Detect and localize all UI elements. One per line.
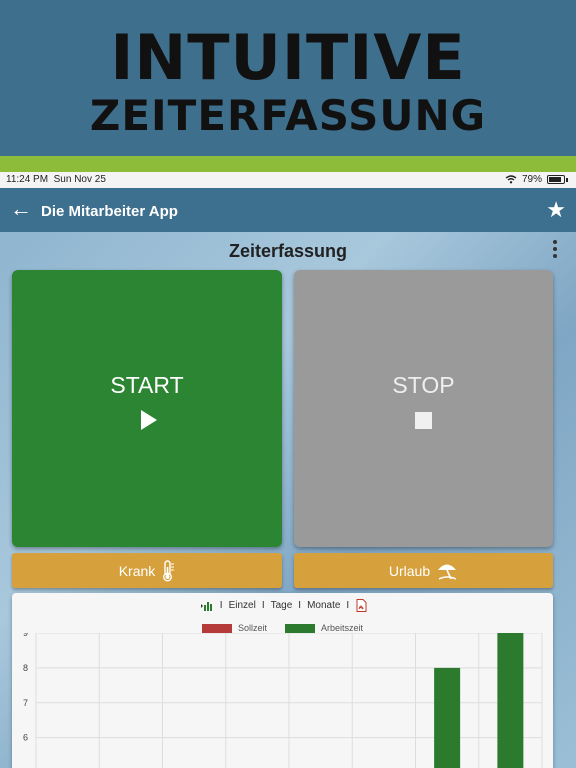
stop-button[interactable]: STOP bbox=[294, 270, 553, 547]
urlaub-label: Urlaub bbox=[388, 562, 431, 579]
battery-cap bbox=[566, 177, 568, 182]
legend-swatch-sollzeit bbox=[201, 623, 232, 633]
banner-headline: INTUITIVE bbox=[110, 21, 466, 94]
app-bar: ← Die Mitarbeiter App ★ bbox=[0, 188, 576, 232]
battery-percent: 79% bbox=[521, 174, 542, 185]
status-right: 79% bbox=[505, 174, 568, 185]
menu-separator: I bbox=[298, 600, 302, 611]
y-tick-label: 6 bbox=[23, 733, 28, 743]
bar-arbeitszeit bbox=[497, 633, 524, 768]
play-icon bbox=[141, 409, 157, 430]
start-label: START bbox=[110, 371, 184, 398]
bar-arbeitszeit bbox=[434, 667, 461, 768]
star-icon[interactable]: ★ bbox=[546, 197, 566, 223]
stop-icon bbox=[415, 412, 432, 429]
menu-tage[interactable]: Tage bbox=[271, 600, 293, 611]
menu-separator: I bbox=[346, 600, 350, 611]
menu-monate[interactable]: Monate bbox=[307, 600, 340, 611]
menu-separator: I bbox=[219, 600, 223, 611]
chart-menu: I Einzel I Tage I Monate I bbox=[12, 599, 553, 612]
legend-label-sollzeit: Sollzeit bbox=[237, 623, 267, 633]
start-button[interactable]: START bbox=[12, 270, 282, 547]
thermometer-icon bbox=[163, 559, 175, 581]
legend-swatch-arbeitszeit bbox=[284, 623, 315, 633]
app-title: Die Mitarbeiter App bbox=[41, 203, 178, 220]
battery-icon bbox=[547, 175, 565, 184]
status-time: 11:24 PM Sun Nov 25 bbox=[6, 174, 106, 185]
more-options-icon[interactable] bbox=[552, 240, 558, 260]
banner-subheadline: ZEITERFASSUNG bbox=[89, 91, 487, 140]
y-tick-label: 9 bbox=[23, 633, 28, 638]
menu-separator: I bbox=[261, 600, 265, 611]
bar-chart: 98765 bbox=[23, 633, 543, 768]
chart-card: I Einzel I Tage I Monate I Sollzeit Arbe… bbox=[12, 593, 553, 768]
legend-label-arbeitszeit: Arbeitszeit bbox=[320, 623, 364, 633]
beach-umbrella-icon bbox=[438, 564, 457, 580]
status-bar: 11:24 PM Sun Nov 25 79% bbox=[0, 172, 576, 188]
back-arrow-icon[interactable]: ← bbox=[10, 198, 32, 220]
main-content: Zeiterfassung START STOP Krank Urlaub I … bbox=[0, 232, 576, 768]
y-tick-label: 7 bbox=[23, 698, 28, 708]
menu-einzel[interactable]: Einzel bbox=[229, 600, 256, 611]
y-tick-label: 8 bbox=[23, 663, 28, 673]
banner-divider bbox=[0, 156, 576, 172]
page-title: Zeiterfassung bbox=[228, 241, 348, 261]
stop-label: STOP bbox=[392, 372, 455, 398]
pdf-icon[interactable] bbox=[355, 599, 367, 612]
urlaub-button[interactable]: Urlaub bbox=[294, 553, 553, 588]
wifi-icon bbox=[505, 175, 517, 184]
promo-banner: INTUITIVE ZEITERFASSUNG bbox=[0, 0, 576, 156]
krank-label: Krank bbox=[118, 562, 156, 579]
krank-button[interactable]: Krank bbox=[12, 553, 282, 588]
bar-chart-icon[interactable] bbox=[197, 601, 214, 611]
chart-legend: Sollzeit Arbeitszeit bbox=[12, 623, 553, 633]
